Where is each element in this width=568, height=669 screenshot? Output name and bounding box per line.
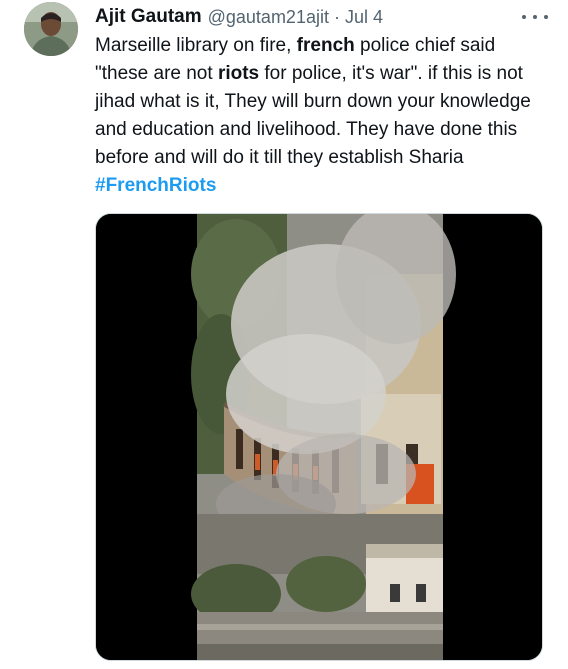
user-handle[interactable]: @gautam21ajit [208, 7, 329, 28]
timestamp[interactable]: Jul 4 [345, 7, 383, 28]
tweet[interactable]: Ajit Gautam @gautam21ajit · Jul 4 Marsei… [0, 0, 568, 669]
hashtag-link[interactable]: #FrenchRiots [95, 175, 216, 196]
video-frame [96, 214, 542, 660]
text-bold-french: french [296, 35, 355, 56]
separator-dot: · [333, 6, 340, 27]
more-horizontal-icon[interactable] [522, 6, 548, 28]
video-media[interactable] [95, 213, 543, 661]
display-name[interactable]: Ajit Gautam [95, 6, 202, 28]
tweet-header: Ajit Gautam @gautam21ajit · Jul 4 [95, 4, 548, 30]
text-part: Marseille library on fire, [95, 35, 297, 56]
text-bold-riots: riots [217, 63, 260, 84]
tweet-text: Marseille library on fire, french police… [95, 32, 540, 200]
avatar[interactable] [24, 2, 78, 56]
